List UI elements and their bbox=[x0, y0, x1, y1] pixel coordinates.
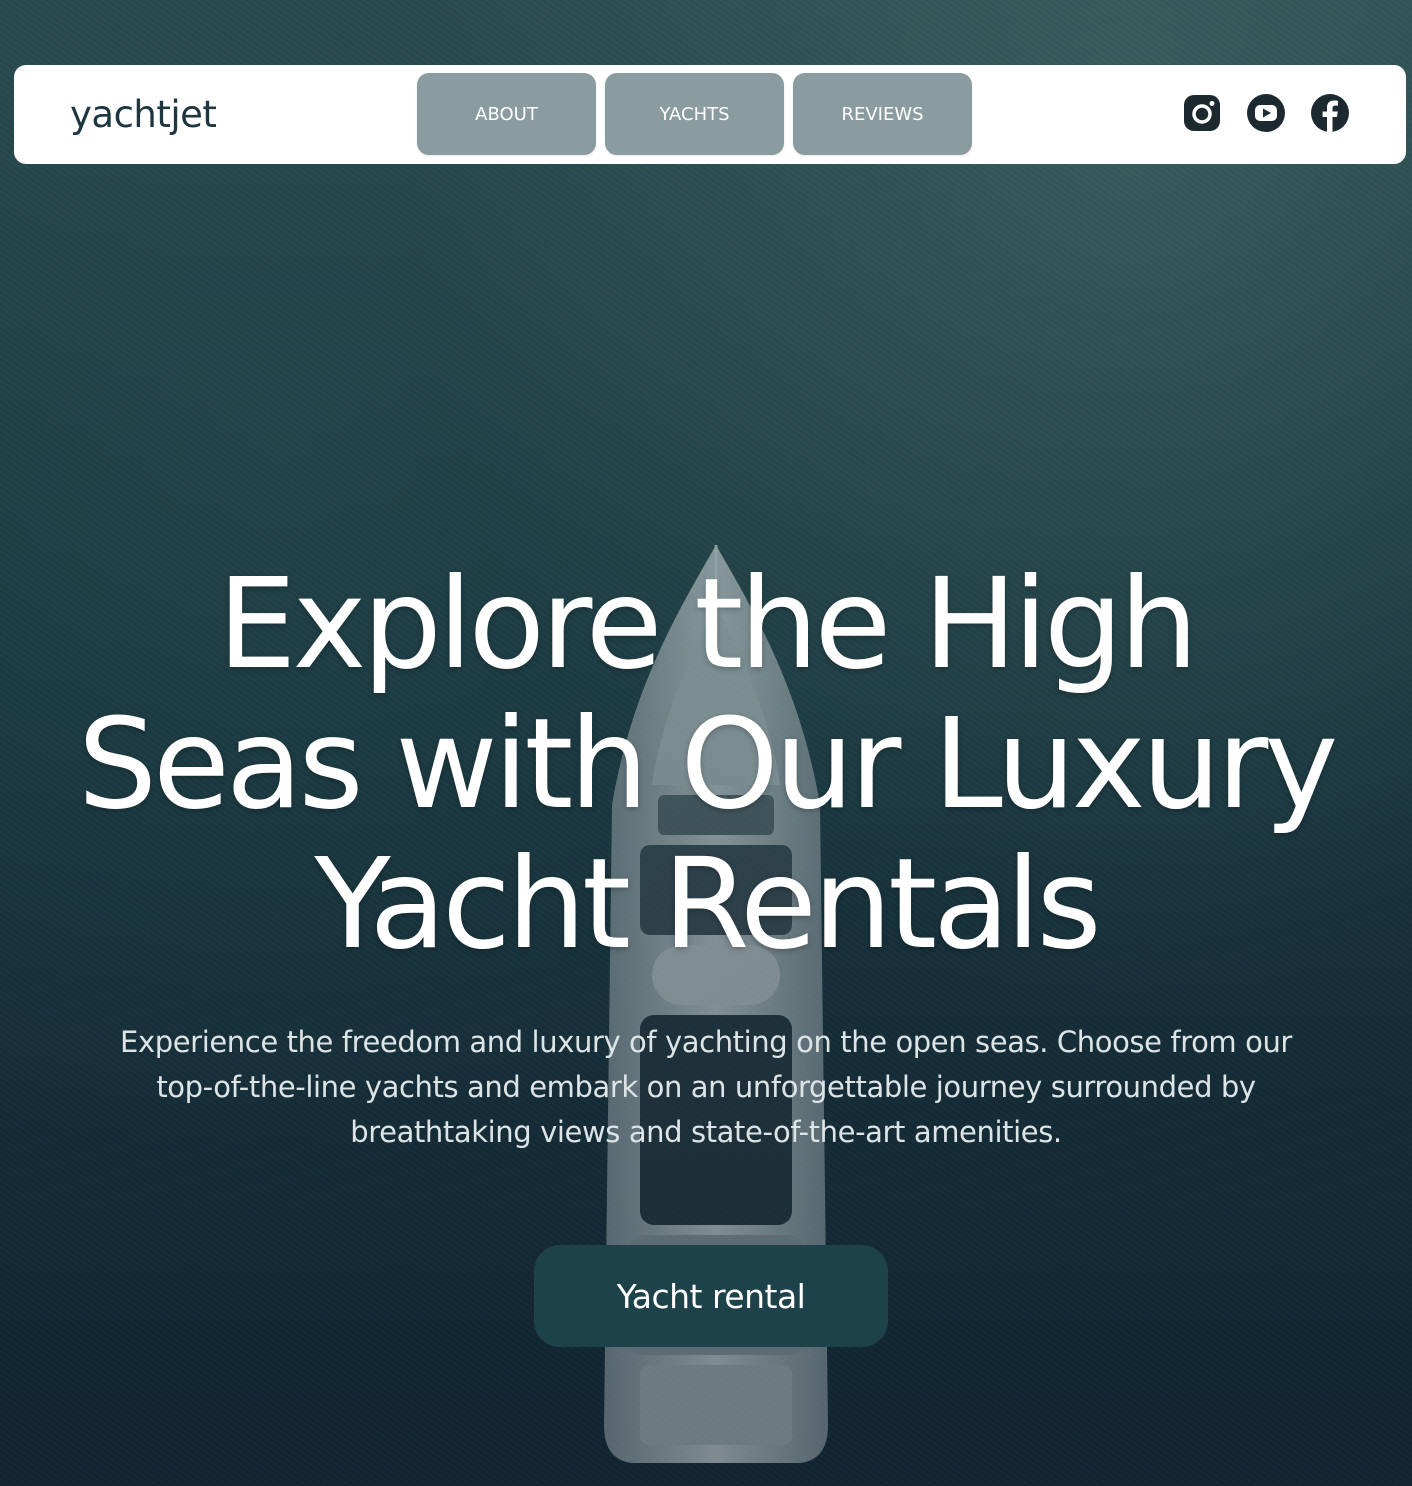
youtube-icon[interactable] bbox=[1246, 93, 1286, 133]
headline-line-2: Seas with Our Luxury bbox=[77, 692, 1339, 837]
instagram-icon[interactable] bbox=[1182, 93, 1222, 133]
hero-headline: Explore the High Seas with Our Luxury Ya… bbox=[0, 555, 1412, 975]
social-links bbox=[1182, 93, 1350, 133]
navbar: yachtjet ABOUT YACHTS REVIEWS bbox=[14, 65, 1406, 164]
headline-line-1: Explore the High bbox=[217, 552, 1199, 697]
hero-section: yachtjet ABOUT YACHTS REVIEWS Explore th… bbox=[0, 0, 1412, 1486]
facebook-icon[interactable] bbox=[1310, 93, 1350, 133]
yacht-rental-button[interactable]: Yacht rental bbox=[534, 1245, 888, 1347]
logo[interactable]: yachtjet bbox=[70, 93, 217, 136]
nav-yachts-button[interactable]: YACHTS bbox=[605, 73, 784, 155]
nav-reviews-button[interactable]: REVIEWS bbox=[793, 73, 972, 155]
nav-links: ABOUT YACHTS REVIEWS bbox=[417, 73, 972, 155]
hero-subtitle: Experience the freedom and luxury of yac… bbox=[120, 1025, 1292, 1149]
nav-about-button[interactable]: ABOUT bbox=[417, 73, 596, 155]
headline-line-3: Yacht Rentals bbox=[314, 832, 1101, 977]
